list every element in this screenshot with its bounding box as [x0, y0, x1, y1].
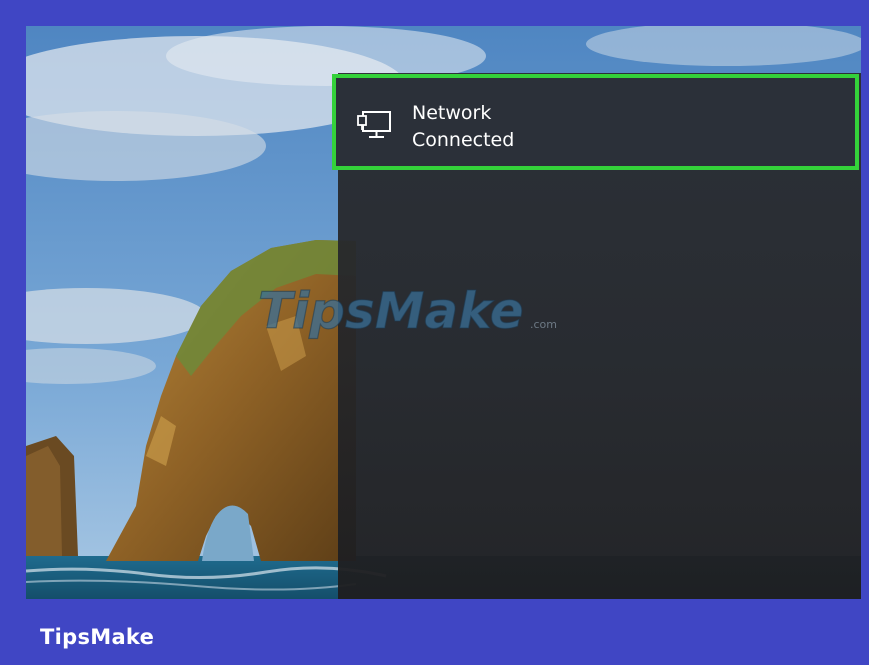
watermark-brand: TipsMake — [258, 282, 524, 340]
tipsmake-watermark: TipsMake .com — [258, 281, 557, 340]
wired-network-icon — [357, 111, 391, 138]
network-status-text: Network Connected — [412, 100, 514, 154]
footer-brand: TipsMake — [40, 625, 155, 649]
network-status: Connected — [412, 129, 515, 151]
network-status-tile[interactable]: Network Connected — [332, 74, 859, 170]
network-title: Network — [412, 102, 492, 124]
watermark-suffix: .com — [530, 318, 557, 331]
